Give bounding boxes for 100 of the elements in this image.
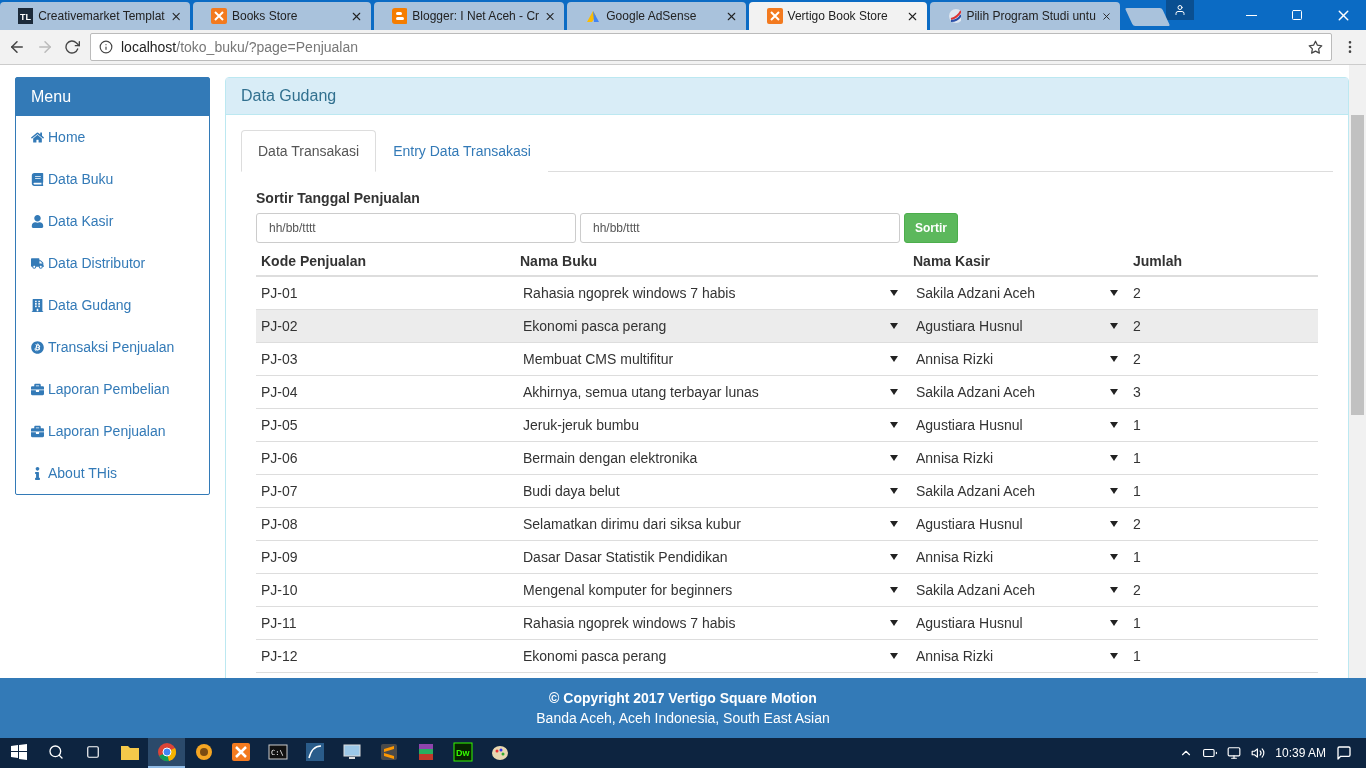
cashier-select[interactable]: Annisa Rizki [908,549,1128,565]
star-icon[interactable] [1308,39,1323,55]
cashier-select[interactable]: Annisa Rizki [908,648,1128,664]
cashier-select[interactable]: Agustiara Husnul [908,615,1128,631]
sidebar-item[interactable]: Laporan Pembelian [16,368,209,410]
profile-button[interactable] [1166,0,1194,20]
table-cell-text: PJ-06 [260,450,299,466]
taskbar-app[interactable] [148,738,185,768]
book-select[interactable]: Akhirnya, semua utang terbayar lunas [515,384,908,400]
home-icon [31,130,44,144]
cashier-select[interactable]: Sakila Adzani Aceh [908,285,1128,301]
browser-tab[interactable]: Vertigo Book Store [748,2,927,30]
windows-logo-icon [10,744,27,760]
network-icon[interactable] [1227,746,1242,760]
cashier-select[interactable]: Sakila Adzani Aceh [908,483,1128,499]
caret-icon [890,356,898,362]
date-field[interactable]: hh/bb/tttt [256,213,576,243]
book-select[interactable]: Ekonomi pasca perang [515,648,908,664]
table-cell-text: PJ-07 [260,483,299,499]
tab-title: Creativemarket Templat [38,9,165,23]
info-icon[interactable] [99,40,113,54]
book-select[interactable]: Budi daya belut [515,483,908,499]
table-cell-text: PJ-10 [260,582,299,598]
sidebar-item[interactable]: About THis [16,452,209,494]
back-icon[interactable] [8,38,26,56]
sublime-icon[interactable] [378,742,399,762]
dolphin-icon[interactable] [304,742,325,762]
dreamweaver-icon[interactable]: Dw [452,742,473,762]
book-select[interactable]: Mengenal komputer for beginners [515,582,908,598]
browser-tab[interactable]: Books Store [193,2,372,30]
caret-icon [890,323,898,329]
table-cell-text: 1 [1132,648,1142,664]
sidebar-item[interactable]: Laporan Penjualan [16,410,209,452]
browser-tab[interactable]: Pilih Program Studi untu [929,2,1120,30]
caret-icon [890,620,898,626]
sidebar-item[interactable]: Data Gudang [16,284,209,326]
address-text: Banda Aceh, Aceh Indonesia, South East Asian [536,710,830,726]
book-select[interactable]: Selamatkan dirimu dari siksa kubur [515,516,908,532]
battery-icon[interactable] [1203,746,1218,760]
table-cell-text: PJ-04 [260,384,299,400]
reload-icon[interactable] [64,39,80,55]
cashier-select[interactable]: Annisa Rizki [908,351,1128,367]
sidebar-item[interactable]: Data Distributor [16,242,209,284]
address-bar[interactable]: localhost/toko_buku/?page=Penjualan [90,33,1332,61]
caret-icon [1110,389,1118,395]
book-select[interactable]: Rahasia ngoprek windows 7 habis [515,285,908,301]
task-view-icon [85,745,100,759]
table-cell-text: 2 [1132,318,1142,334]
table-cell-text: 2 [1132,516,1142,532]
tab[interactable]: Data Transakasi [241,130,377,172]
caret-icon [1110,620,1118,626]
browser-tab[interactable]: TL Creativemarket Templat [0,2,190,30]
restore-icon [1291,9,1303,21]
browser-tab[interactable]: Google AdSense [567,2,746,30]
browser-tab[interactable]: Blogger: I Net Aceh - Cr [374,2,565,30]
caret-icon [890,455,898,461]
book-select[interactable]: Ekonomi pasca perang [515,318,908,334]
monitor-icon[interactable] [341,742,362,762]
table-row[interactable]: PJ-02 Ekonomi pasca perang Agustiara Husnul 2 [256,310,1318,343]
table-cell-text: 1 [1132,450,1142,466]
clock[interactable]: 10:39 AM [1275,746,1326,760]
cashier-select[interactable]: Agustiara Husnul [908,318,1128,334]
volume-icon[interactable] [1251,746,1266,760]
cashier-select[interactable]: Annisa Rizki [908,450,1128,466]
caret-icon [890,422,898,428]
book-select[interactable]: Rahasia ngoprek windows 7 habis [515,615,908,631]
book-select[interactable]: Bermain dengan elektronika [515,450,908,466]
book-select[interactable]: Jeruk-jeruk bumbu [515,417,908,433]
table-cell-text: 2 [1132,285,1142,301]
panel-title: Data Gudang [226,78,1348,115]
date-field[interactable]: hh/bb/tttt [580,213,900,243]
table-cell-text: 1 [1132,417,1142,433]
truck-icon [31,256,44,270]
caret-icon [1110,290,1118,296]
caret-icon [890,389,898,395]
sidebar-item[interactable]: Transaksi Penjualan [16,326,209,368]
cashier-select[interactable]: Agustiara Husnul [908,516,1128,532]
scrollbar[interactable] [1349,65,1366,678]
flower-icon[interactable] [193,742,214,762]
taskbar-app[interactable]: Dw [444,738,481,768]
sidebar-item[interactable]: Data Kasir [16,200,209,242]
cashier-select[interactable]: Sakila Adzani Aceh [908,582,1128,598]
chrome-icon[interactable] [156,742,177,762]
cashier-select[interactable]: Sakila Adzani Aceh [908,384,1128,400]
table-cell-text: 1 [1132,615,1142,631]
caret-icon [890,488,898,494]
sidebar-item[interactable]: Home [16,116,209,158]
caret-icon [1110,554,1118,560]
table-cell-text: 2 [1132,351,1142,367]
caret-icon [1110,323,1118,329]
book-select[interactable]: Membuat CMS multifitur [515,351,908,367]
tab-title: Vertigo Book Store [787,9,889,23]
sidebar-item[interactable]: Data Buku [16,158,209,200]
notification-icon[interactable] [1336,745,1352,761]
xampp-icon[interactable] [230,742,251,762]
caret-icon [890,587,898,593]
cashier-select[interactable]: Agustiara Husnul [908,417,1128,433]
book-select[interactable]: Dasar Dasar Statistik Pendidikan [515,549,908,565]
user-icon [31,214,44,228]
table-cell-text: PJ-03 [260,351,299,367]
